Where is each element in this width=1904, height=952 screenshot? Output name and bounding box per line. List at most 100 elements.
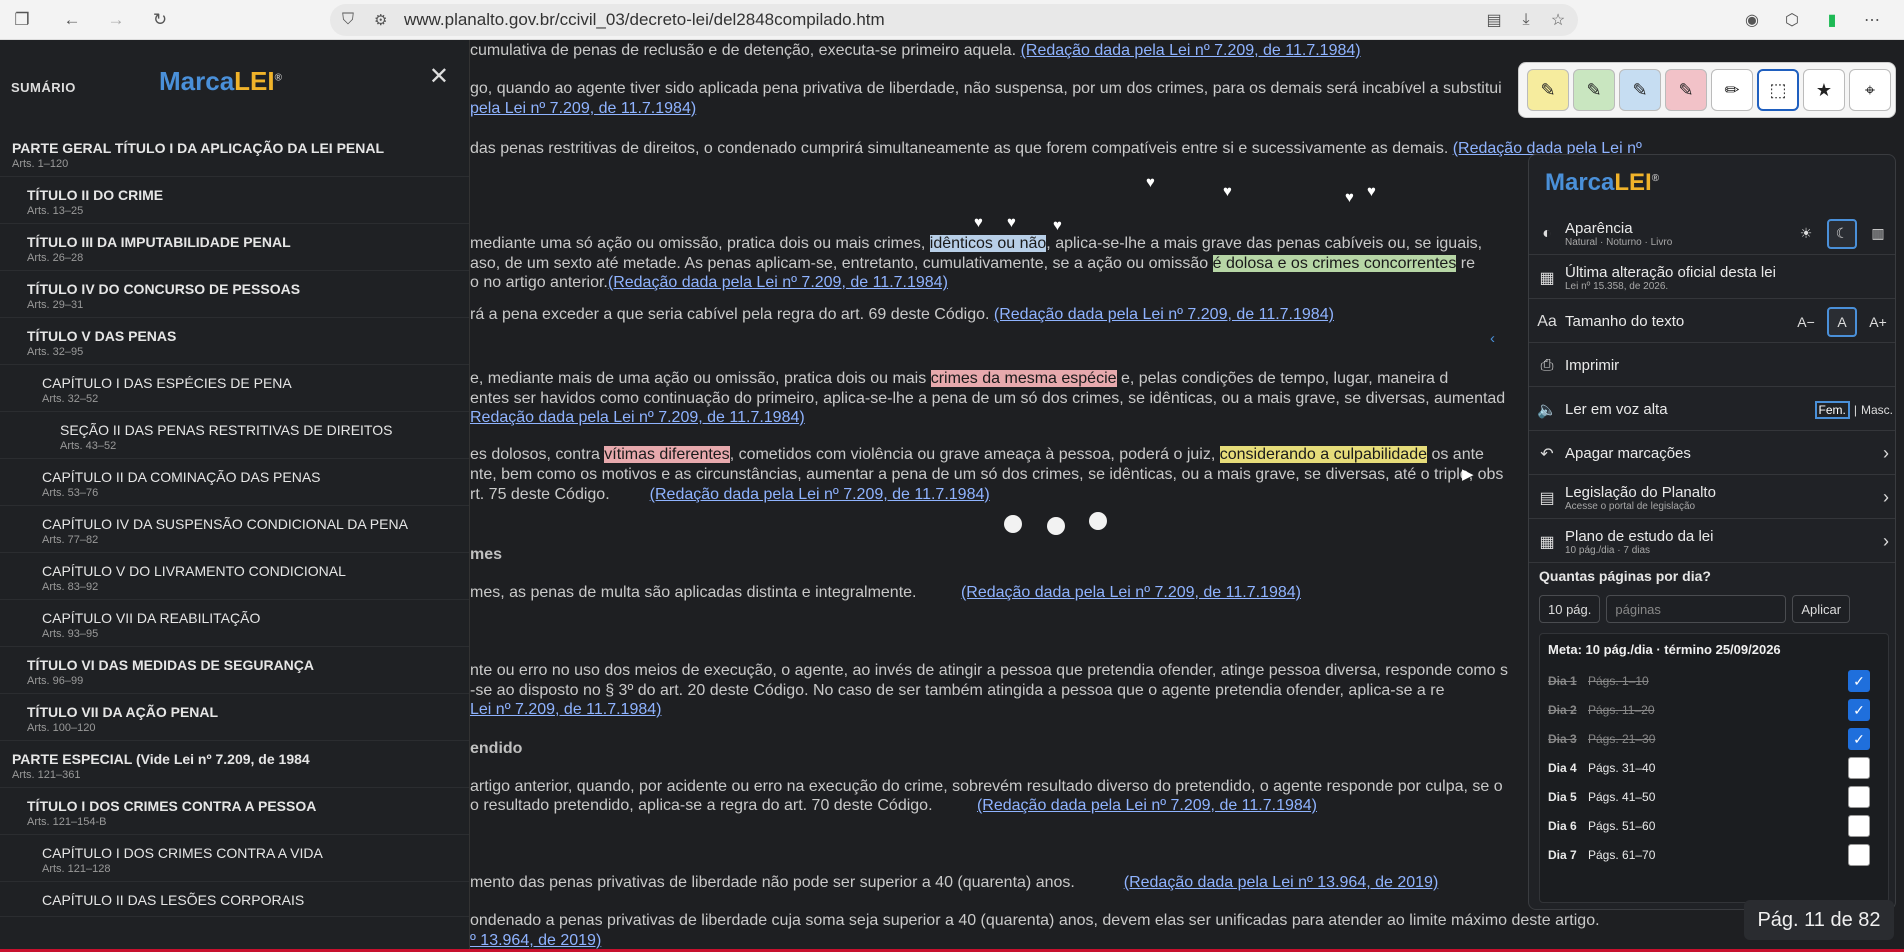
highlight-green[interactable]: é dolosa e os crimes concorrentes [1212, 255, 1457, 272]
doc-link[interactable]: Lei nº 7.209, de 11.7.1984) [470, 701, 661, 718]
toc-item[interactable]: PARTE ESPECIAL (Vide Lei nº 7.209, de 19… [0, 741, 469, 788]
pen-yellow-icon[interactable]: ✎ [1527, 69, 1569, 111]
toc-item[interactable]: CAPÍTULO VII DA REABILITAÇÃO Arts. 93–95 [0, 600, 469, 647]
text-normal-button[interactable]: A [1827, 306, 1857, 337]
study-plan-label: Plano de estudo da lei [1565, 527, 1714, 545]
toc-item[interactable]: TÍTULO I DOS CRIMES CONTRA A PESSOA Arts.… [0, 788, 469, 835]
voice-fem-button[interactable]: Fem. [1814, 400, 1850, 419]
star-icon[interactable]: ★ [1803, 69, 1845, 111]
toc-item[interactable]: TÍTULO IV DO CONCURSO DE PESSOAS Arts. 29… [0, 271, 469, 318]
doc-link[interactable]: (Redação dada pela Lei nº 7.209, de 11.7… [977, 797, 1317, 814]
reader-view-icon[interactable]: ▤ [1482, 8, 1506, 32]
moon-icon[interactable]: ☾ [1827, 218, 1857, 249]
reload-icon[interactable]: ↻ [146, 6, 174, 34]
menu-icon[interactable]: ⋯ [1860, 8, 1884, 32]
doc-link[interactable]: º 13.964, de 2019) [470, 932, 601, 949]
doc-link[interactable]: (Redação dada pela Lei nº 7.209, de 11.7… [961, 584, 1301, 601]
doc-link[interactable]: Redação dada pela Lei nº 7.209, de 11.7.… [470, 409, 805, 426]
plan-day-checkbox[interactable] [1848, 815, 1870, 837]
play-icon: ▶ [1462, 466, 1474, 483]
study-plan-sub: 10 pág./dia · 7 dias [1565, 544, 1651, 556]
doc-line: das penas restritivas de direitos, o con… [470, 140, 1642, 157]
plan-day-checkbox[interactable]: ✓ [1848, 670, 1870, 692]
address-bar[interactable]: ⛉ ⚙ www.planalto.gov.br/ccivil_03/decret… [330, 4, 1578, 36]
plan-day-checkbox[interactable] [1848, 757, 1870, 779]
toc-item-range: Arts. 13–25 [27, 205, 84, 217]
doc-link[interactable]: (Redação dada pela Lei nº 7.209, de 11.7… [650, 486, 990, 503]
plan-day-pages: Págs. 61–70 [1588, 848, 1656, 862]
profile-icon[interactable]: ◉ [1740, 8, 1764, 32]
plan-day-checkbox[interactable]: ✓ [1848, 728, 1870, 750]
toc-item[interactable]: TÍTULO III DA IMPUTABILIDADE PENAL Arts. … [0, 224, 469, 271]
highlight-red[interactable]: vítimas diferentes [604, 446, 730, 463]
plan-day-checkbox[interactable] [1848, 844, 1870, 866]
toc-item[interactable]: TÍTULO II DO CRIME Arts. 13–25 [0, 177, 469, 224]
toc-item[interactable]: CAPÍTULO I DOS CRIMES CONTRA A VIDA Arts.… [0, 835, 469, 882]
toc-item[interactable]: TÍTULO VII DA AÇÃO PENAL Arts. 100–120 [0, 694, 469, 741]
doc-line: mento das penas privativas de liberdade … [470, 874, 1439, 891]
text-larger-button[interactable]: A+ [1863, 307, 1893, 337]
toc-item[interactable]: SEÇÃO II DAS PENAS RESTRITIVAS DE DIREIT… [0, 412, 469, 459]
crosshair-icon[interactable]: ⌖ [1849, 69, 1891, 111]
highlight-blue[interactable]: idênticos ou não [929, 235, 1047, 252]
toc-item-range: Arts. 77–82 [42, 534, 99, 546]
back-icon[interactable]: ← [58, 6, 86, 34]
text-smaller-button[interactable]: A− [1791, 307, 1821, 337]
forward-icon[interactable]: → [102, 6, 130, 34]
voice-masc-button[interactable]: Masc. [1861, 403, 1893, 417]
toc-item[interactable]: CAPÍTULO V DO LIVRAMENTO CONDICIONAL Arts… [0, 553, 469, 600]
sun-icon[interactable]: ☀ [1791, 219, 1821, 249]
chevron-left-icon[interactable]: ‹ [1490, 330, 1495, 347]
site-settings-icon[interactable]: ⚙ [374, 11, 387, 29]
plan-day-checkbox[interactable] [1848, 786, 1870, 808]
close-icon[interactable]: ✕ [429, 62, 449, 91]
highlight-red[interactable]: crimes da mesma espécie [930, 370, 1117, 387]
toc-item[interactable]: CAPÍTULO I DAS ESPÉCIES DE PENA Arts. 32–… [0, 365, 469, 412]
toc-item-range: Arts. 121–128 [42, 863, 111, 875]
pages-per-day-question: Quantas páginas por dia? [1539, 568, 1711, 584]
toc-item[interactable]: CAPÍTULO II DA COMINAÇÃO DAS PENAS Arts. … [0, 459, 469, 506]
last-change-row[interactable]: ▦ Última alteração oficial desta lei Lei … [1529, 257, 1895, 299]
extensions-icon[interactable]: ⬡ [1780, 8, 1804, 32]
document-icon: ▤ [1539, 489, 1555, 507]
doc-link[interactable]: (Redação dada pela Lei nº 7.209, de 11.7… [994, 306, 1334, 323]
toc-item[interactable]: CAPÍTULO IV DA SUSPENSÃO CONDICIONAL DA … [0, 506, 469, 553]
plan-day-row: Dia 4 Págs. 31–40 [1548, 755, 1888, 781]
pen-blue-icon[interactable]: ✎ [1619, 69, 1661, 111]
plan-day-checkbox[interactable]: ✓ [1848, 699, 1870, 721]
doc-link[interactable]: (Redação dada pela Lei nº 13.964, de 201… [1124, 874, 1439, 891]
favorite-star-icon[interactable]: ☆ [1546, 8, 1570, 32]
planalto-row[interactable]: ▤ Legislação do Planalto Acesse o portal … [1529, 477, 1895, 519]
marcalei-extension-icon[interactable]: ▮ [1820, 8, 1844, 32]
pen-red-icon[interactable]: ✎ [1665, 69, 1707, 111]
tab-actions-icon[interactable]: ❐ [8, 6, 36, 34]
shield-icon[interactable]: ⛉ [342, 11, 354, 29]
book-icon[interactable]: ▥ [1863, 219, 1893, 249]
plan-day-label: Dia 1 [1548, 674, 1577, 688]
highlight-yellow[interactable]: considerando a culpabilidade [1219, 446, 1427, 463]
toc-item[interactable]: CAPÍTULO II DAS LESÕES CORPORAIS [0, 882, 469, 917]
eraser-icon[interactable]: ⬚ [1757, 69, 1799, 111]
study-plan-row[interactable]: ▦ Plano de estudo da lei 10 pág./dia · 7 … [1529, 521, 1895, 563]
doc-link[interactable]: (Redação dada pela Lei nº 7.209, de 11.7… [1021, 42, 1361, 59]
doc-link[interactable]: pela Lei nº 7.209, de 11.7.1984) [470, 100, 696, 117]
clear-marks-row[interactable]: ↶ Apagar marcações › [1529, 433, 1895, 475]
pages-input[interactable]: páginas [1606, 595, 1787, 623]
appearance-row: ◐ Aparência Natural · Noturno · Livro ☀ ☾… [1529, 213, 1895, 255]
toc-item-title: PARTE GERAL TÍTULO I DA APLICAÇÃO DA LEI… [12, 140, 385, 156]
pen-green-icon[interactable]: ✎ [1573, 69, 1615, 111]
print-row[interactable]: ⎙ Imprimir [1529, 345, 1895, 387]
heart-icon: ♥ [1007, 214, 1016, 231]
pages-value-button[interactable]: 10 pág. [1539, 595, 1601, 623]
pencil-icon[interactable]: ✏ [1711, 69, 1753, 111]
url-text[interactable]: www.planalto.gov.br/ccivil_03/decreto-le… [404, 10, 885, 30]
toc-item[interactable]: TÍTULO V DAS PENAS Arts. 32–95 [0, 318, 469, 365]
doc-line: e, mediante mais de uma ação ou omissão,… [470, 370, 1449, 387]
install-icon[interactable]: ⤓ [1514, 8, 1538, 32]
text-size-label: Tamanho do texto [1565, 313, 1685, 330]
plan-day-row: Dia 1 Págs. 1–10 ✓ [1548, 668, 1888, 694]
toc-item[interactable]: PARTE GERAL TÍTULO I DA APLICAÇÃO DA LEI… [0, 130, 469, 177]
toc-item[interactable]: TÍTULO VI DAS MEDIDAS DE SEGURANÇA Arts. … [0, 647, 469, 694]
apply-button[interactable]: Aplicar [1792, 595, 1851, 623]
doc-link[interactable]: (Redação dada pela Lei nº 7.209, de 11.7… [608, 274, 948, 291]
